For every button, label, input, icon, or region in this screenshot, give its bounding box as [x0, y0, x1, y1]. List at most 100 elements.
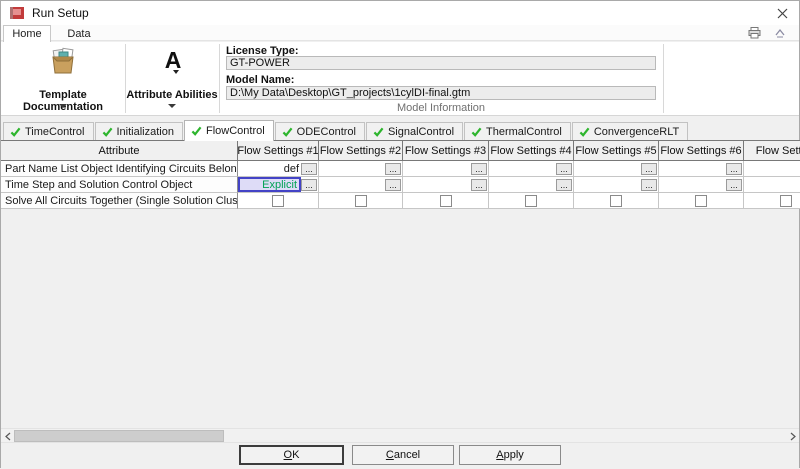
- model-name-field: D:\My Data\Desktop\GT_projects\1cylDI-fi…: [226, 86, 656, 100]
- check-icon: [579, 127, 590, 137]
- print-icon[interactable]: [747, 27, 761, 39]
- grid-cell[interactable]: ...: [659, 177, 744, 193]
- scrollbar-thumb[interactable]: [14, 430, 224, 442]
- checkbox[interactable]: [695, 194, 707, 207]
- cell-browse-button[interactable]: ...: [471, 162, 487, 175]
- cell-value[interactable]: [319, 161, 385, 176]
- ribbon-tab-home-label: Home: [12, 28, 42, 40]
- table-row: Part Name List Object Identifying Circui…: [1, 161, 800, 177]
- grid-cell[interactable]: ...: [659, 161, 744, 177]
- tab-flowcontrol[interactable]: FlowControl: [183, 120, 274, 141]
- cell-value[interactable]: [403, 177, 471, 192]
- tab-odecontrol[interactable]: ODEControl: [274, 122, 365, 141]
- check-icon: [282, 127, 293, 137]
- ok-button[interactable]: OK: [239, 445, 344, 465]
- template-documentation-icon[interactable]: [47, 47, 79, 80]
- checkbox[interactable]: [525, 194, 537, 207]
- tab-label: TimeControl: [25, 126, 85, 138]
- grid-cell[interactable]: Explicit...: [238, 177, 319, 193]
- grid-cell[interactable]: ...: [403, 161, 489, 177]
- ribbon: Template Documentation A Attribute Abili…: [1, 42, 799, 116]
- cell-value[interactable]: [659, 177, 726, 192]
- tab-label: ThermalControl: [486, 126, 562, 138]
- grid-cell[interactable]: [659, 193, 744, 209]
- checkbox[interactable]: [610, 194, 622, 207]
- model-name-label: Model Name:: [226, 74, 295, 86]
- grid-cell[interactable]: ...: [744, 161, 800, 177]
- grid-cell[interactable]: [489, 193, 574, 209]
- tab-label: FlowControl: [205, 125, 265, 137]
- cell-value[interactable]: [489, 161, 556, 176]
- license-type-field: GT-POWER: [226, 56, 656, 70]
- cell-value[interactable]: [574, 161, 641, 176]
- cell-value[interactable]: def: [238, 161, 301, 176]
- cell-browse-button[interactable]: ...: [556, 162, 572, 175]
- grid-cell[interactable]: [403, 193, 489, 209]
- scroll-right-icon[interactable]: [786, 429, 799, 443]
- cell-value[interactable]: [574, 177, 641, 192]
- horizontal-scrollbar[interactable]: [1, 428, 799, 443]
- grid-cell[interactable]: [574, 193, 659, 209]
- column-header: Flow Setting: [744, 140, 800, 161]
- column-header: Flow Settings #2: [319, 140, 403, 161]
- cell-value[interactable]: [744, 161, 800, 176]
- attribute-abilities-label[interactable]: Attribute Abilities: [125, 89, 219, 101]
- grid-cell[interactable]: ...: [574, 161, 659, 177]
- grid-cell[interactable]: ...: [403, 177, 489, 193]
- footer: OK Cancel Apply: [1, 444, 799, 469]
- cancel-button[interactable]: Cancel: [352, 445, 454, 465]
- tab-signalcontrol[interactable]: SignalControl: [365, 122, 464, 141]
- cell-value[interactable]: [489, 177, 556, 192]
- cell-browse-button[interactable]: ...: [471, 178, 487, 191]
- ribbon-tab-data[interactable]: Data: [53, 25, 105, 42]
- template-documentation-label[interactable]: Template Documentation: [1, 89, 125, 113]
- grid-cell[interactable]: ...: [489, 177, 574, 193]
- check-icon: [10, 127, 21, 137]
- cell-browse-button[interactable]: ...: [385, 178, 401, 191]
- grid-cell[interactable]: [238, 193, 319, 209]
- grid-cell[interactable]: ...: [319, 161, 403, 177]
- cell-value[interactable]: [403, 161, 471, 176]
- checkbox[interactable]: [780, 194, 792, 207]
- cell-browse-button[interactable]: ...: [641, 162, 657, 175]
- checkbox[interactable]: [354, 194, 367, 207]
- cell-browse-button[interactable]: ...: [301, 162, 317, 175]
- grid-cell[interactable]: def...: [238, 161, 319, 177]
- cell-browse-button[interactable]: ...: [641, 178, 657, 191]
- model-information-caption: Model Information: [396, 102, 486, 114]
- collapse-ribbon-icon[interactable]: [773, 27, 787, 39]
- attribute-abilities-dropdown-icon[interactable]: [168, 104, 176, 108]
- cell-browse-button[interactable]: ...: [726, 178, 742, 191]
- checkbox[interactable]: [439, 194, 452, 207]
- scroll-left-icon[interactable]: [1, 429, 14, 443]
- cell-value[interactable]: [744, 177, 800, 192]
- tab-timecontrol[interactable]: TimeControl: [3, 122, 94, 141]
- group-separator: [663, 44, 664, 113]
- attribute-column-header: Attribute: [1, 140, 238, 161]
- grid-cell[interactable]: ...: [744, 177, 800, 193]
- grid-cell[interactable]: ...: [319, 177, 403, 193]
- cell-browse-button[interactable]: ...: [301, 178, 317, 191]
- grid-cell[interactable]: ...: [489, 161, 574, 177]
- cell-browse-button[interactable]: ...: [556, 178, 572, 191]
- attribute-abilities-icon[interactable]: A: [158, 48, 188, 72]
- checkbox[interactable]: [272, 194, 284, 207]
- cell-browse-button[interactable]: ...: [726, 162, 742, 175]
- check-icon: [471, 127, 482, 137]
- tab-initialization[interactable]: Initialization: [94, 122, 183, 141]
- table-row: Solve All Circuits Together (Single Solu…: [1, 193, 800, 209]
- cell-value[interactable]: Explicit: [238, 177, 301, 192]
- cell-value[interactable]: [319, 177, 385, 192]
- template-documentation-dropdown-icon[interactable]: [59, 104, 67, 108]
- grid-cell[interactable]: ...: [574, 177, 659, 193]
- ribbon-tab-home[interactable]: Home: [3, 25, 51, 42]
- grid-cell[interactable]: [744, 193, 800, 209]
- close-icon[interactable]: [773, 5, 791, 21]
- cell-value[interactable]: [659, 161, 726, 176]
- apply-button[interactable]: Apply: [459, 445, 561, 465]
- ribbon-tab-strip: Home Data: [1, 25, 799, 42]
- grid-cell[interactable]: [319, 193, 403, 209]
- tab-thermalcontrol[interactable]: ThermalControl: [464, 122, 571, 141]
- cell-browse-button[interactable]: ...: [385, 162, 401, 175]
- tab-convergencerlt[interactable]: ConvergenceRLT: [571, 122, 689, 141]
